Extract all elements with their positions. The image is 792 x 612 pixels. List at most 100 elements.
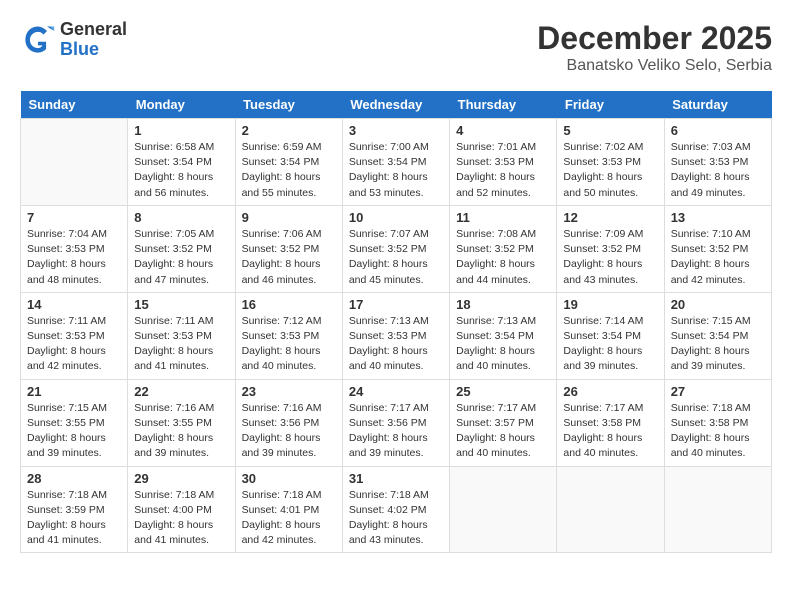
calendar-cell: 12Sunrise: 7:09 AMSunset: 3:52 PMDayligh… (557, 205, 664, 292)
calendar-cell: 21Sunrise: 7:15 AMSunset: 3:55 PMDayligh… (21, 379, 128, 466)
daylight-text: Daylight: 8 hours and 39 minutes. (349, 431, 443, 461)
logo-text: General Blue (60, 20, 127, 60)
sunrise-text: Sunrise: 7:06 AM (242, 227, 336, 242)
cell-content: Sunrise: 7:11 AMSunset: 3:53 PMDaylight:… (134, 314, 228, 375)
calendar-cell: 6Sunrise: 7:03 AMSunset: 3:53 PMDaylight… (664, 119, 771, 206)
sunset-text: Sunset: 3:56 PM (349, 416, 443, 431)
sunrise-text: Sunrise: 7:17 AM (456, 401, 550, 416)
cell-content: Sunrise: 7:11 AMSunset: 3:53 PMDaylight:… (27, 314, 121, 375)
calendar-cell: 10Sunrise: 7:07 AMSunset: 3:52 PMDayligh… (342, 205, 449, 292)
calendar-cell: 26Sunrise: 7:17 AMSunset: 3:58 PMDayligh… (557, 379, 664, 466)
calendar-cell: 14Sunrise: 7:11 AMSunset: 3:53 PMDayligh… (21, 292, 128, 379)
sunrise-text: Sunrise: 7:05 AM (134, 227, 228, 242)
sunset-text: Sunset: 3:59 PM (27, 503, 121, 518)
calendar-cell: 27Sunrise: 7:18 AMSunset: 3:58 PMDayligh… (664, 379, 771, 466)
calendar-week-row: 28Sunrise: 7:18 AMSunset: 3:59 PMDayligh… (21, 466, 772, 553)
calendar-cell (450, 466, 557, 553)
day-number: 6 (671, 123, 765, 138)
sunrise-text: Sunrise: 7:11 AM (27, 314, 121, 329)
daylight-text: Daylight: 8 hours and 41 minutes. (134, 344, 228, 374)
day-number: 1 (134, 123, 228, 138)
day-of-week-header: Tuesday (235, 91, 342, 119)
day-number: 4 (456, 123, 550, 138)
cell-content: Sunrise: 7:12 AMSunset: 3:53 PMDaylight:… (242, 314, 336, 375)
calendar-cell: 25Sunrise: 7:17 AMSunset: 3:57 PMDayligh… (450, 379, 557, 466)
day-number: 20 (671, 297, 765, 312)
cell-content: Sunrise: 7:15 AMSunset: 3:54 PMDaylight:… (671, 314, 765, 375)
daylight-text: Daylight: 8 hours and 50 minutes. (563, 170, 657, 200)
sunset-text: Sunset: 4:01 PM (242, 503, 336, 518)
day-number: 12 (563, 210, 657, 225)
sunset-text: Sunset: 3:52 PM (242, 242, 336, 257)
sunset-text: Sunset: 3:53 PM (671, 155, 765, 170)
daylight-text: Daylight: 8 hours and 42 minutes. (671, 257, 765, 287)
cell-content: Sunrise: 7:18 AMSunset: 3:58 PMDaylight:… (671, 401, 765, 462)
daylight-text: Daylight: 8 hours and 40 minutes. (563, 431, 657, 461)
cell-content: Sunrise: 7:18 AMSunset: 4:02 PMDaylight:… (349, 488, 443, 549)
day-number: 19 (563, 297, 657, 312)
cell-content: Sunrise: 7:18 AMSunset: 4:01 PMDaylight:… (242, 488, 336, 549)
daylight-text: Daylight: 8 hours and 40 minutes. (671, 431, 765, 461)
calendar-cell: 20 Sunrise: 7:15 AMSunset: 3:54 PMDayligh… (664, 292, 771, 379)
sunset-text: Sunset: 3:53 PM (242, 329, 336, 344)
day-number: 25 (456, 384, 550, 399)
cell-content: Sunrise: 7:14 AMSunset: 3:54 PMDaylight:… (563, 314, 657, 375)
calendar-cell: 19 Sunrise: 7:14 AMSunset: 3:54 PMDayligh… (557, 292, 664, 379)
sunrise-text: Sunrise: 6:58 AM (134, 140, 228, 155)
calendar-cell: 16Sunrise: 7:12 AMSunset: 3:53 PMDayligh… (235, 292, 342, 379)
calendar-cell: 2Sunrise: 6:59 AMSunset: 3:54 PMDaylight… (235, 119, 342, 206)
calendar-cell (664, 466, 771, 553)
day-number: 21 (27, 384, 121, 399)
cell-content: Sunrise: 7:18 AMSunset: 4:00 PMDaylight:… (134, 488, 228, 549)
sunset-text: Sunset: 3:52 PM (563, 242, 657, 257)
sunrise-text: Sunrise: 7:17 AM (563, 401, 657, 416)
calendar-cell: 22Sunrise: 7:16 AMSunset: 3:55 PMDayligh… (128, 379, 235, 466)
sunset-text: Sunset: 3:56 PM (242, 416, 336, 431)
day-number: 31 (349, 471, 443, 486)
daylight-text: Daylight: 8 hours and 48 minutes. (27, 257, 121, 287)
sunrise-text: Sunrise: 7:01 AM (456, 140, 550, 155)
sunrise-text: Sunrise: 7:18 AM (349, 488, 443, 503)
sunset-text: Sunset: 3:54 PM (456, 329, 550, 344)
calendar-cell: 28Sunrise: 7:18 AMSunset: 3:59 PMDayligh… (21, 466, 128, 553)
sunrise-text: Sunrise: 6:59 AM (242, 140, 336, 155)
sunset-text: Sunset: 3:53 PM (349, 329, 443, 344)
sunrise-text: Sunrise: 7:03 AM (671, 140, 765, 155)
day-number: 24 (349, 384, 443, 399)
sunrise-text: Sunrise: 7:12 AM (242, 314, 336, 329)
calendar-week-row: 1 Sunrise: 6:58 AM Sunset: 3:54 PM Daylight… (21, 119, 772, 206)
calendar-table: SundayMondayTuesdayWednesdayThursdayFrid… (20, 91, 772, 553)
cell-content: Sunrise: 7:17 AMSunset: 3:56 PMDaylight:… (349, 401, 443, 462)
title-section: December 2025 Banatsko Veliko Selo, Serb… (537, 20, 772, 75)
calendar-week-row: 21Sunrise: 7:15 AMSunset: 3:55 PMDayligh… (21, 379, 772, 466)
day-of-week-header: Monday (128, 91, 235, 119)
day-of-week-header: Thursday (450, 91, 557, 119)
calendar-cell: 30Sunrise: 7:18 AMSunset: 4:01 PMDayligh… (235, 466, 342, 553)
sunrise-text: Sunrise: 7:15 AM (27, 401, 121, 416)
cell-content: Sunrise: 7:02 AMSunset: 3:53 PMDaylight:… (563, 140, 657, 201)
logo-general-text: General (60, 20, 127, 40)
sunset-text: Sunset: 3:53 PM (563, 155, 657, 170)
cell-content: Sunrise: 7:16 AMSunset: 3:56 PMDaylight:… (242, 401, 336, 462)
sunset-text: Sunset: 3:58 PM (563, 416, 657, 431)
cell-content: Sunrise: 7:18 AMSunset: 3:59 PMDaylight:… (27, 488, 121, 549)
day-number: 7 (27, 210, 121, 225)
sunset-text: Sunset: 3:53 PM (134, 329, 228, 344)
daylight-text: Daylight: 8 hours and 39 minutes. (563, 344, 657, 374)
page-header: General Blue December 2025 Banatsko Veli… (20, 20, 772, 75)
daylight-text: Daylight: 8 hours and 47 minutes. (134, 257, 228, 287)
calendar-cell (557, 466, 664, 553)
daylight-text: Daylight: 8 hours and 46 minutes. (242, 257, 336, 287)
day-of-week-header: Wednesday (342, 91, 449, 119)
sunset-text: Sunset: 3:52 PM (134, 242, 228, 257)
sunset-text: Sunset: 3:54 PM (349, 155, 443, 170)
daylight-text: Daylight: 8 hours and 43 minutes. (563, 257, 657, 287)
day-number: 22 (134, 384, 228, 399)
cell-content: Sunrise: 7:00 AMSunset: 3:54 PMDaylight:… (349, 140, 443, 201)
day-number: 29 (134, 471, 228, 486)
sunset-text: Sunset: 3:52 PM (671, 242, 765, 257)
daylight-text: Daylight: 8 hours and 40 minutes. (456, 431, 550, 461)
daylight-text: Daylight: 8 hours and 39 minutes. (27, 431, 121, 461)
calendar-cell: 8Sunrise: 7:05 AMSunset: 3:52 PMDaylight… (128, 205, 235, 292)
sunrise-text: Sunrise: 7:10 AM (671, 227, 765, 242)
